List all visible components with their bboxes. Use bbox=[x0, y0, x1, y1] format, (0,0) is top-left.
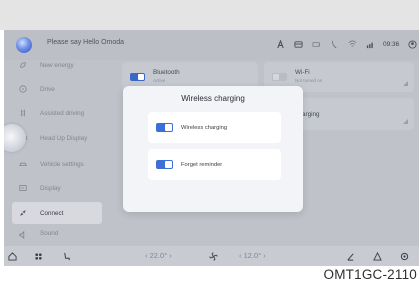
bottom-dock: ‹ 22.0° › ‹ 12.0° › bbox=[4, 246, 419, 266]
clock: 09:36 bbox=[383, 40, 400, 48]
bluetooth-title: Bluetooth bbox=[153, 69, 180, 76]
bluetooth-toggle[interactable] bbox=[130, 73, 145, 81]
expand-corner-icon bbox=[403, 81, 408, 86]
a-icon bbox=[275, 39, 286, 50]
forget-reminder-toggle[interactable] bbox=[156, 160, 173, 169]
battery-icon bbox=[311, 39, 322, 50]
fan-icon[interactable] bbox=[208, 251, 218, 261]
warning-icon[interactable] bbox=[372, 251, 382, 261]
home-icon[interactable] bbox=[7, 251, 17, 261]
sidebar-item-drive[interactable]: Drive bbox=[12, 80, 102, 98]
sidebar-item-display[interactable]: Display bbox=[12, 179, 102, 197]
wifi-title: Wi-Fi bbox=[295, 69, 310, 76]
forget-reminder-row[interactable]: Forget reminder bbox=[148, 149, 281, 180]
seat-icon[interactable] bbox=[61, 251, 71, 261]
temp-right-value: 12.0° › bbox=[243, 251, 266, 260]
steering-icon bbox=[18, 84, 28, 94]
wireless-charging-dialog: Wireless charging Wireless charging Forg… bbox=[123, 86, 303, 212]
phone-icon bbox=[329, 39, 340, 50]
sidebar-item-connect[interactable]: Connect bbox=[12, 202, 102, 224]
wireless-charging-label: Wireless charging bbox=[181, 124, 228, 131]
apps-icon[interactable] bbox=[33, 251, 43, 261]
wifi-toggle[interactable] bbox=[272, 73, 287, 81]
sidebar-item-label: New energy bbox=[40, 61, 74, 69]
wifi-status: Not turned on bbox=[295, 78, 323, 83]
status-icons: 09:36 bbox=[275, 38, 419, 50]
forget-reminder-label: Forget reminder bbox=[181, 161, 223, 168]
sidebar-item-sound[interactable]: Sound bbox=[12, 230, 102, 242]
voice-greeting: Please say Hello Omoda bbox=[47, 39, 125, 46]
voice-assistant-icon[interactable] bbox=[16, 37, 32, 53]
temp-left-value: 22.0° › bbox=[149, 251, 172, 260]
sidebar-item-label: Head Up Display bbox=[40, 134, 88, 142]
top-margin bbox=[0, 0, 419, 30]
sidebar-item-label: Assisted driving bbox=[40, 109, 85, 117]
temp-right[interactable]: ‹ 12.0° › bbox=[239, 251, 266, 260]
sidebar-item-vehicle-settings[interactable]: Vehicle settings bbox=[12, 155, 102, 173]
link-icon bbox=[18, 208, 28, 218]
sidebar-item-assisted-driving[interactable]: Assisted driving bbox=[12, 104, 102, 122]
display-icon bbox=[18, 183, 28, 193]
expand-corner-icon bbox=[403, 119, 408, 124]
wifi-icon bbox=[365, 39, 376, 50]
temp-right-arrow[interactable]: ‹ bbox=[239, 251, 242, 260]
temp-left[interactable]: ‹ 22.0° › bbox=[145, 251, 172, 260]
settings-icon[interactable] bbox=[399, 251, 409, 261]
wireless-charging-toggle[interactable] bbox=[156, 123, 173, 132]
document-code: OMT1GC-2110 bbox=[323, 267, 417, 282]
sidebar-item-label: Connect bbox=[40, 209, 64, 217]
wireless-charging-card-title: arging bbox=[302, 111, 320, 118]
settings-sidebar: New energy Drive Assisted driving Head U… bbox=[4, 60, 104, 266]
wireless-charging-row[interactable]: Wireless charging bbox=[148, 112, 281, 143]
sidebar-item-new-energy[interactable]: New energy bbox=[12, 56, 102, 74]
infotainment-screen: Please say Hello Omoda 09:36 New energy … bbox=[4, 30, 419, 266]
user-icon[interactable] bbox=[407, 39, 418, 50]
signal-icon bbox=[347, 39, 358, 50]
sidebar-item-label: Sound bbox=[40, 230, 59, 237]
temp-left-arrow[interactable]: ‹ bbox=[145, 251, 148, 260]
card-icon bbox=[293, 39, 304, 50]
sidebar-item-label: Drive bbox=[40, 85, 55, 93]
sound-icon bbox=[18, 230, 28, 240]
dialog-title: Wireless charging bbox=[181, 94, 245, 103]
sidebar-item-label: Display bbox=[40, 184, 61, 192]
leaf-icon bbox=[18, 60, 28, 70]
heat-icon[interactable] bbox=[345, 251, 355, 261]
assist-icon bbox=[18, 108, 28, 118]
car-icon bbox=[18, 159, 28, 169]
sidebar-item-label: Vehicle settings bbox=[40, 160, 84, 168]
bluetooth-status: Active bbox=[153, 78, 166, 83]
